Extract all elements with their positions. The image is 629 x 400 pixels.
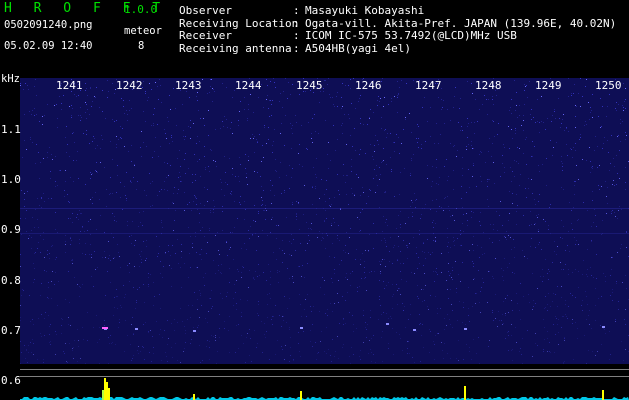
time-tick-label: 1241 bbox=[56, 79, 83, 92]
observer-value: Masayuki Kobayashi bbox=[305, 4, 425, 17]
frequency-tick-label: 0.9 bbox=[1, 223, 21, 236]
time-tick-label: 1242 bbox=[116, 79, 143, 92]
frequency-tick-label: 0.6 bbox=[1, 374, 21, 387]
receiver-value: ICOM IC-575 53.7492(@LCD)MHz USB bbox=[305, 29, 517, 42]
meteor-peak bbox=[464, 386, 466, 400]
app-version: 1.0.0 bbox=[124, 3, 158, 16]
time-tick-label: 1243 bbox=[175, 79, 202, 92]
meteor-echo bbox=[602, 326, 605, 328]
file-name: 0502091240.png bbox=[4, 19, 93, 31]
frequency-tick-label: 0.7 bbox=[1, 324, 21, 337]
unit-label: kHz bbox=[1, 73, 20, 85]
info-label: Receiver bbox=[179, 29, 232, 42]
time-tick-label: 1250 bbox=[595, 79, 622, 92]
meteor-echo bbox=[135, 328, 138, 330]
time-tick-label: 1248 bbox=[475, 79, 502, 92]
spectrogram bbox=[20, 78, 629, 400]
time-tick-label: 1246 bbox=[355, 79, 382, 92]
meteor-echo bbox=[464, 328, 467, 330]
noise-band bbox=[20, 208, 629, 209]
meteor-label: meteor bbox=[124, 25, 162, 37]
meteor-peak bbox=[106, 382, 108, 400]
meteor-echo bbox=[102, 327, 108, 329]
hroft-window: H R O F F T 1.0.0 0502091240.png meteor … bbox=[0, 0, 629, 400]
time-tick-label: 1249 bbox=[535, 79, 562, 92]
meteor-echo bbox=[386, 323, 389, 325]
meteor-peak bbox=[602, 390, 604, 400]
time-tick-label: 1245 bbox=[296, 79, 323, 92]
antenna-value: A504HB(yagi 4el) bbox=[305, 41, 411, 55]
frequency-tick-label: 0.8 bbox=[1, 274, 21, 287]
info-values: Masayuki Kobayashi Ogata-vill. Akita-Pre… bbox=[305, 4, 616, 55]
info-label: Receiving antenna bbox=[179, 41, 292, 55]
meteor-peak bbox=[108, 388, 110, 400]
separator-line bbox=[20, 369, 629, 370]
time-tick-label: 1247 bbox=[415, 79, 442, 92]
date-time: 05.02.09 12:40 bbox=[4, 40, 93, 52]
meteor-echo bbox=[193, 330, 196, 332]
time-tick-label: 1244 bbox=[235, 79, 262, 92]
meteor-echo bbox=[300, 327, 303, 329]
info-separators: :::: bbox=[293, 4, 300, 55]
separator-line bbox=[20, 376, 629, 377]
frequency-tick-label: 1.1 bbox=[1, 123, 21, 136]
info-label: Observer bbox=[179, 4, 232, 17]
meteor-peak bbox=[102, 390, 104, 400]
meteor-count: 8 bbox=[138, 40, 145, 52]
frequency-tick-label: 1.0 bbox=[1, 173, 21, 186]
meteor-echo bbox=[413, 329, 416, 331]
noise-band bbox=[20, 233, 629, 234]
info-labels: Observer Receiving Location Receiver Rec… bbox=[179, 4, 298, 55]
meteor-peak bbox=[104, 378, 106, 400]
meteor-peak bbox=[193, 394, 195, 400]
spectrogram-panel bbox=[20, 78, 629, 400]
meteor-peak bbox=[300, 391, 302, 400]
